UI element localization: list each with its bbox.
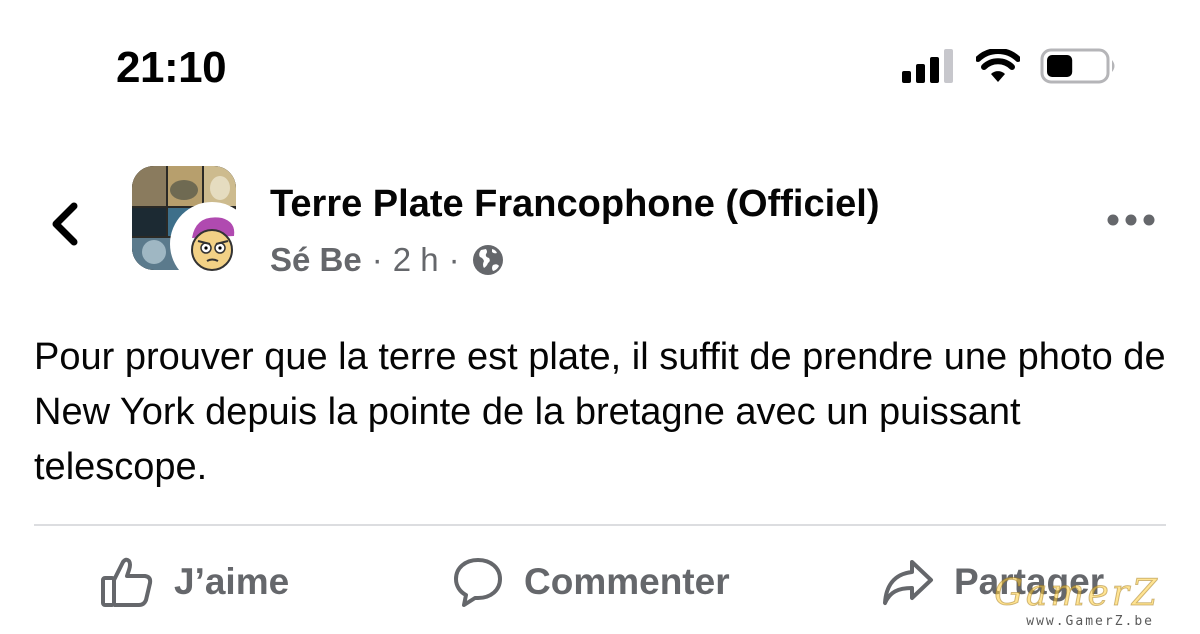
thumbs-up-icon (101, 557, 153, 607)
back-chevron-icon[interactable] (42, 196, 90, 252)
share-arrow-icon (883, 560, 933, 605)
more-options-icon[interactable] (1106, 210, 1156, 230)
page-name[interactable]: Terre Plate Francophone (Officiel) (270, 180, 880, 228)
battery-icon (1040, 48, 1115, 84)
meta-separator: · (448, 241, 460, 278)
author-avatar-image (174, 206, 250, 282)
wifi-icon (976, 49, 1020, 82)
cellular-signal-icon (902, 49, 953, 83)
post-author[interactable]: Sé Be (270, 238, 362, 282)
like-label: J’aime (174, 561, 290, 602)
globe-icon (472, 245, 503, 275)
comment-label: Commenter (524, 561, 730, 602)
meta-separator: · (371, 241, 383, 278)
status-icons (902, 48, 1118, 84)
share-button[interactable]: Partager (882, 552, 1104, 612)
like-button[interactable]: J’aime (100, 552, 289, 612)
share-label: Partager (954, 561, 1105, 602)
status-time: 21:10 (116, 43, 227, 92)
post-meta: Sé Be · 2 h · (270, 238, 504, 282)
post-time[interactable]: 2 h (393, 238, 439, 282)
watermark-url: www.GamerZ.be (1026, 614, 1154, 629)
divider (34, 524, 1166, 526)
author-avatar[interactable] (174, 206, 250, 282)
comment-button[interactable]: Commenter (452, 552, 730, 612)
comment-bubble-icon (454, 558, 502, 607)
post-text: Pour prouver que la terre est plate, il … (34, 336, 1166, 488)
